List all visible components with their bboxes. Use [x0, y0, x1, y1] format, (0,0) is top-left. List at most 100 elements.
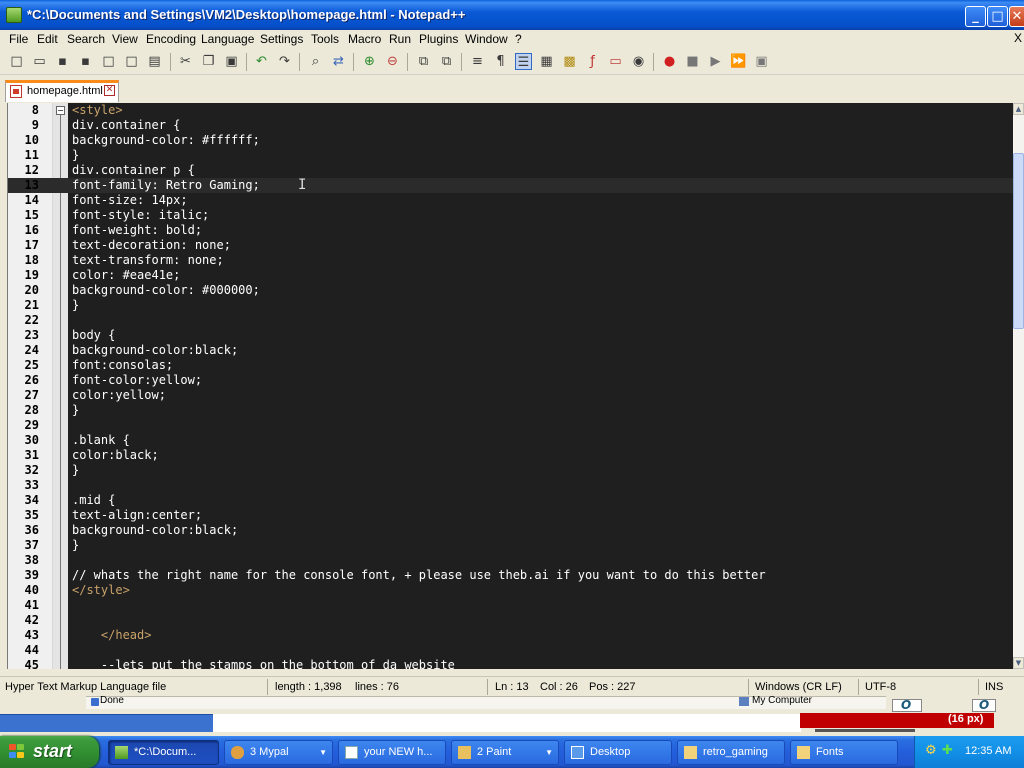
task-notepad-plus[interactable]: *C:\Docum... — [108, 740, 219, 765]
code-text[interactable]: .blank { — [72, 433, 130, 448]
play-macro-icon[interactable]: ▶ — [707, 53, 724, 70]
menu-macro[interactable]: Macro — [348, 32, 381, 46]
menu-encoding[interactable]: Encoding — [146, 32, 196, 46]
code-text[interactable]: font-style: italic; — [72, 208, 209, 223]
menu-edit[interactable]: Edit — [37, 32, 58, 46]
code-text[interactable]: } — [72, 298, 79, 313]
code-text[interactable]: } — [72, 403, 79, 418]
code-line[interactable]: 9 div.container { — [8, 118, 1013, 133]
code-line[interactable]: 33 — [8, 478, 1013, 493]
code-text[interactable]: --lets put the stamps on the bottom of d… — [72, 658, 455, 669]
save-icon[interactable]: ▪ — [54, 53, 71, 70]
code-line[interactable]: 31 color:black; — [8, 448, 1013, 463]
scrollbar-thumb[interactable] — [1013, 153, 1024, 329]
indent-guide-icon[interactable]: ☰ — [515, 53, 532, 70]
code-text[interactable]: <style> — [72, 103, 123, 118]
close-document-button[interactable]: X — [1014, 31, 1022, 45]
network-icon[interactable]: ⚙ — [925, 744, 939, 758]
code-line[interactable]: 22 — [8, 313, 1013, 328]
menu-window[interactable]: Window — [465, 32, 508, 46]
close-all-icon[interactable]: □ — [123, 53, 140, 70]
code-text[interactable]: } — [72, 463, 79, 478]
task-desktop[interactable]: Desktop — [564, 740, 672, 765]
sync-horizontal-icon[interactable]: ⧉ — [438, 53, 455, 70]
code-line[interactable]: 26 font-color:yellow; — [8, 373, 1013, 388]
code-line[interactable]: 12 div.container p { — [8, 163, 1013, 178]
code-text[interactable]: color:black; — [72, 448, 159, 463]
code-line[interactable]: 27 color:yellow; — [8, 388, 1013, 403]
find-icon[interactable]: ⌕ — [307, 53, 324, 70]
cut-icon[interactable]: ✂ — [177, 53, 194, 70]
code-text[interactable]: font-size: 14px; — [72, 193, 188, 208]
open-file-icon[interactable]: ▭ — [31, 53, 48, 70]
code-text[interactable]: font:consolas; — [72, 358, 173, 373]
menu-search[interactable]: Search — [67, 32, 105, 46]
replace-icon[interactable]: ⇄ — [330, 53, 347, 70]
code-line[interactable]: 11} — [8, 148, 1013, 163]
code-line[interactable]: 16 font-weight: bold; — [8, 223, 1013, 238]
code-editor[interactable]: − 8 <style> 9 div.container {10 background-c… — [7, 103, 1013, 669]
word-wrap-icon[interactable]: ≡ — [469, 53, 486, 70]
show-all-chars-icon[interactable]: ¶ — [492, 53, 509, 70]
code-line[interactable]: 40 </style> — [8, 583, 1013, 598]
code-line[interactable]: 10 background-color: #ffffff; — [8, 133, 1013, 148]
security-icon[interactable]: ✚ — [942, 744, 956, 758]
code-text[interactable]: background-color: #ffffff; — [72, 133, 260, 148]
udl-icon[interactable]: ▦ — [538, 53, 555, 70]
menu-file[interactable]: File — [9, 32, 28, 46]
menu-language[interactable]: Language — [201, 32, 254, 46]
code-text[interactable]: text-align:center; — [72, 508, 202, 523]
vertical-scrollbar[interactable]: ▲ ▼ — [1013, 103, 1024, 669]
code-line[interactable]: 38 — [8, 553, 1013, 568]
print-icon[interactable]: ▤ — [146, 53, 163, 70]
code-line[interactable]: 30 .blank { — [8, 433, 1013, 448]
code-line[interactable]: 8 <style> — [8, 103, 1013, 118]
code-line[interactable]: 37} — [8, 538, 1013, 553]
folder-workspace-icon[interactable]: ▭ — [607, 53, 624, 70]
monitoring-icon[interactable]: ◉ — [630, 53, 647, 70]
code-line[interactable]: 36 background-color:black; — [8, 523, 1013, 538]
menu-plugins[interactable]: Plugins — [419, 32, 458, 46]
code-text[interactable]: .mid { — [72, 493, 115, 508]
menu-help[interactable]: ? — [515, 32, 522, 46]
scroll-up-arrow-icon[interactable]: ▲ — [1013, 103, 1024, 115]
code-text[interactable]: color:yellow; — [72, 388, 166, 403]
stop-macro-icon[interactable]: ■ — [684, 53, 701, 70]
code-line[interactable]: 24 background-color:black; — [8, 343, 1013, 358]
menu-view[interactable]: View — [112, 32, 138, 46]
code-line[interactable]: 18 text-transform: none; — [8, 253, 1013, 268]
doc-map-icon[interactable]: ▩ — [561, 53, 578, 70]
code-line[interactable]: 32} — [8, 463, 1013, 478]
code-line[interactable]: 23 body { — [8, 328, 1013, 343]
background-window[interactable]: Done My Computer O O (16 px) — [0, 695, 1024, 736]
code-line[interactable]: 17 text-decoration: none; — [8, 238, 1013, 253]
paste-icon[interactable]: ▣ — [223, 53, 240, 70]
run-macro-multiple-icon[interactable]: ⏩ — [730, 53, 747, 70]
code-text[interactable]: text-decoration: none; — [72, 238, 231, 253]
task-fonts-folder[interactable]: Fonts — [790, 740, 898, 765]
sync-vertical-icon[interactable]: ⧉ — [415, 53, 432, 70]
task-mypal[interactable]: 3 Mypal ▼ — [224, 740, 333, 765]
close-tab-icon[interactable]: ✕ — [104, 85, 115, 96]
code-line[interactable]: 21} — [8, 298, 1013, 313]
code-line[interactable]: 13 font-family: Retro Gaming; — [8, 178, 1013, 193]
code-line[interactable]: 43 </head> — [8, 628, 1013, 643]
redo-icon[interactable]: ↷ — [276, 53, 293, 70]
maximize-button[interactable]: □ — [987, 6, 1008, 27]
save-macro-icon[interactable]: ▣ — [753, 53, 770, 70]
code-text[interactable]: } — [72, 538, 79, 553]
code-text[interactable]: div.container p { — [72, 163, 195, 178]
start-button[interactable]: start — [0, 736, 99, 768]
minimize-button[interactable]: _ — [965, 6, 986, 27]
copy-icon[interactable]: ❐ — [200, 53, 217, 70]
menu-settings[interactable]: Settings — [260, 32, 303, 46]
code-line[interactable]: 14 font-size: 14px; — [8, 193, 1013, 208]
zoom-out-icon[interactable]: ⊖ — [384, 53, 401, 70]
code-text[interactable]: </head> — [72, 628, 152, 643]
menu-run[interactable]: Run — [389, 32, 411, 46]
close-icon[interactable]: □ — [100, 53, 117, 70]
function-list-icon[interactable]: ƒ — [584, 53, 601, 70]
code-text[interactable]: font-weight: bold; — [72, 223, 202, 238]
task-browser-window[interactable]: your NEW h... — [338, 740, 446, 765]
code-line[interactable]: 28} — [8, 403, 1013, 418]
